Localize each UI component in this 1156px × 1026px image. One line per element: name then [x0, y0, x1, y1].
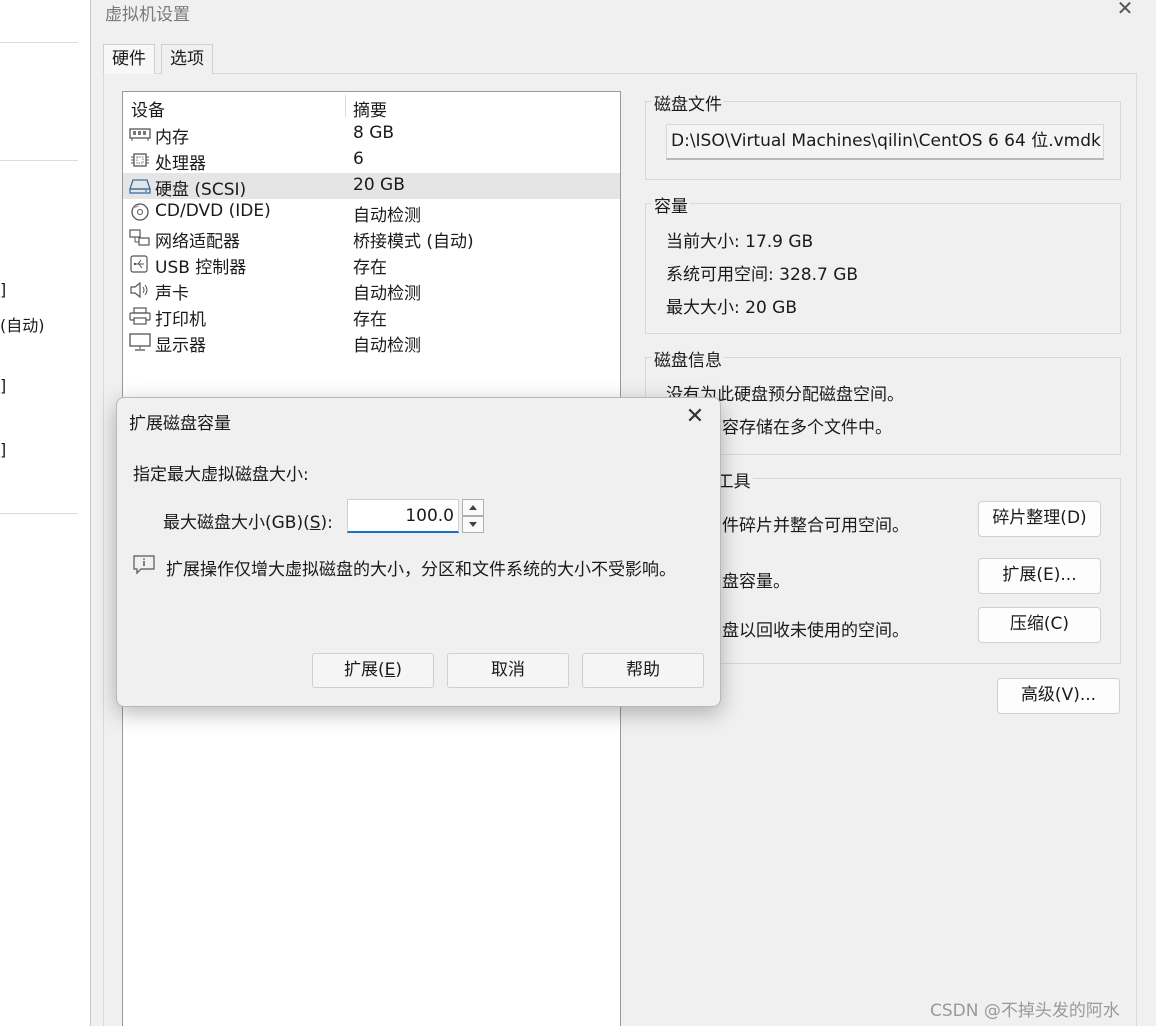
chevron-up-icon — [469, 505, 477, 510]
device-name: 显示器 — [155, 336, 206, 356]
network-adapter-icon — [129, 229, 150, 246]
device-name: 网络适配器 — [155, 232, 240, 252]
expand-disk-dialog: 扩展磁盘容量 ✕ 指定最大虚拟磁盘大小: 最大磁盘大小(GB)(S): 扩展操作… — [116, 397, 721, 707]
label-text: 最大磁盘大小(GB)( — [163, 513, 310, 533]
column-separator[interactable] — [345, 95, 346, 117]
device-summary: 存在 — [353, 258, 387, 278]
max-disk-size-input[interactable] — [347, 499, 459, 533]
device-name: 硬盘 (SCSI) — [155, 180, 247, 200]
compact-button[interactable]: 压缩(C) — [978, 607, 1101, 643]
max-size-label: 最大大小: 20 GB — [666, 298, 798, 318]
device-summary: 桥接模式 (自动) — [353, 232, 474, 252]
cd-dvd-icon — [131, 203, 149, 221]
current-size-label: 当前大小: 17.9 GB — [666, 232, 814, 252]
background-text-fragment: ] — [0, 376, 7, 395]
tab-options[interactable]: 选项 — [161, 44, 213, 74]
dialog-expand-button[interactable]: 扩展(E) — [312, 653, 434, 688]
group-title: 容量 — [652, 192, 690, 217]
dialog-title: 扩展磁盘容量 — [129, 414, 231, 434]
group-title: 磁盘文件 — [652, 90, 724, 115]
device-row-processor[interactable]: 处理器 6 — [123, 147, 620, 174]
device-name: 声卡 — [155, 284, 189, 304]
device-name: CD/DVD (IDE) — [155, 201, 271, 221]
available-space-label: 系统可用空间: 328.7 GB — [666, 265, 859, 285]
device-name: 内存 — [155, 128, 189, 148]
group-title: 磁盘信息 — [652, 346, 724, 371]
device-summary: 自动检测 — [353, 336, 421, 356]
display-icon — [129, 333, 151, 351]
device-summary: 8 GB — [353, 123, 395, 143]
dialog-help-button[interactable]: 帮助 — [582, 653, 704, 688]
info-icon — [133, 555, 155, 575]
stepper-up-button[interactable] — [462, 499, 484, 516]
usb-icon — [130, 255, 148, 273]
disk-info-line: 容存储在多个文件中。 — [722, 418, 892, 438]
advanced-button[interactable]: 高级(V)... — [997, 678, 1120, 714]
label-text: ): — [320, 513, 333, 533]
instruction-label: 指定最大虚拟磁盘大小: — [133, 465, 309, 485]
device-summary: 6 — [353, 149, 364, 169]
stepper-down-button[interactable] — [462, 516, 484, 533]
disk-file-group: 磁盘文件 D:\ISO\Virtual Machines\qilin\CentO… — [645, 90, 1121, 180]
device-summary: 存在 — [353, 310, 387, 330]
background-text-fragment: ] — [0, 440, 7, 459]
hard-disk-icon — [129, 179, 151, 194]
close-icon[interactable]: ✕ — [683, 406, 707, 430]
defrag-description: 件碎片并整合可用空间。 — [722, 516, 909, 536]
background-app: ] (自动) ] ] — [0, 0, 90, 1026]
device-row-cd-dvd[interactable]: CD/DVD (IDE) 自动检测 — [123, 199, 620, 226]
button-hotkey: E — [384, 660, 396, 680]
close-icon[interactable]: ✕ — [1113, 0, 1137, 20]
memory-icon — [129, 128, 151, 141]
device-row-hard-disk[interactable]: 硬盘 (SCSI) 20 GB — [123, 173, 620, 200]
device-summary: 自动检测 — [353, 206, 421, 226]
tab-hardware[interactable]: 硬件 — [103, 44, 155, 74]
defragment-button[interactable]: 碎片整理(D) — [978, 501, 1101, 537]
info-text: 扩展操作仅增大虚拟磁盘的大小，分区和文件系统的大小不受影响。 — [166, 560, 676, 580]
printer-icon — [129, 307, 151, 325]
chevron-down-icon — [469, 522, 477, 527]
device-row-sound-card[interactable]: 声卡 自动检测 — [123, 277, 620, 304]
device-row-printer[interactable]: 打印机 存在 — [123, 303, 620, 330]
background-text-fragment: (自动) — [0, 316, 45, 335]
device-list-header: 设备 摘要 — [123, 92, 620, 121]
label-hotkey: S — [309, 513, 321, 533]
expand-description: 盘容量。 — [722, 572, 790, 592]
device-summary: 自动检测 — [353, 284, 421, 304]
device-row-memory[interactable]: 内存 8 GB — [123, 121, 620, 148]
max-disk-size-label: 最大磁盘大小(GB)(S): — [163, 508, 333, 533]
processor-icon — [131, 153, 149, 167]
divider — [0, 42, 78, 43]
watermark: CSDN @不掉头发的阿水 — [930, 1001, 1120, 1021]
button-text: ) — [395, 660, 403, 680]
compact-description: 盘以回收未使用的空间。 — [722, 621, 909, 641]
background-text-fragment: ] — [0, 280, 7, 299]
device-name: USB 控制器 — [155, 258, 247, 278]
button-text: 扩展( — [343, 660, 385, 680]
divider — [0, 513, 78, 514]
expand-button[interactable]: 扩展(E)... — [978, 558, 1101, 594]
column-header-device[interactable]: 设备 — [131, 96, 165, 121]
capacity-group: 容量 当前大小: 17.9 GB 系统可用空间: 328.7 GB 最大大小: … — [645, 192, 1121, 334]
device-name: 打印机 — [155, 310, 206, 330]
size-stepper — [462, 499, 484, 533]
device-summary: 20 GB — [353, 175, 405, 195]
device-row-network-adapter[interactable]: 网络适配器 桥接模式 (自动) — [123, 225, 620, 252]
device-row-display[interactable]: 显示器 自动检测 — [123, 329, 620, 356]
sound-card-icon — [130, 281, 148, 299]
divider — [0, 160, 78, 161]
disk-file-path[interactable]: D:\ISO\Virtual Machines\qilin\CentOS 6 6… — [666, 124, 1104, 160]
device-row-usb-controller[interactable]: USB 控制器 存在 — [123, 251, 620, 278]
window-title: 虚拟机设置 — [105, 5, 190, 25]
column-header-summary[interactable]: 摘要 — [353, 96, 387, 121]
dialog-cancel-button[interactable]: 取消 — [447, 653, 569, 688]
device-name: 处理器 — [155, 154, 206, 174]
